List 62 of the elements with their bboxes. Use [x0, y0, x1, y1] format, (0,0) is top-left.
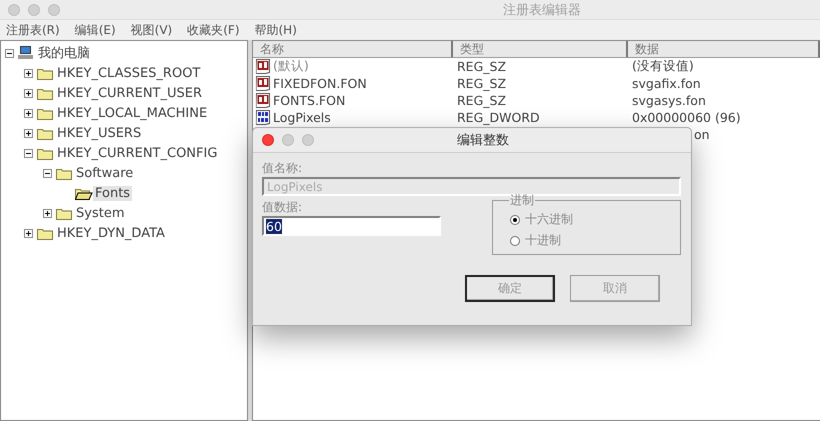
folder-icon [37, 146, 53, 160]
value-name[interactable]: LogPixels [273, 110, 331, 125]
window-title: 注册表编辑器 [503, 2, 581, 18]
collapse-toggle[interactable] [43, 168, 52, 178]
folder-icon [56, 166, 72, 180]
value-data-field[interactable]: 60 [262, 216, 441, 236]
computer-icon [18, 46, 34, 60]
open-folder-icon [75, 186, 93, 200]
expand-toggle[interactable] [24, 68, 33, 78]
menu-item[interactable]: 收藏夹(F) [187, 22, 240, 38]
expand-toggle[interactable] [24, 108, 33, 118]
menu-item[interactable]: 编辑(E) [74, 22, 116, 38]
table-cell-text: 0x00000060 (96) [631, 110, 742, 125]
tree-item[interactable]: Fonts [93, 186, 132, 200]
binary-value-icon [256, 110, 271, 125]
radio-button[interactable] [510, 236, 520, 246]
column-header[interactable]: 数据 [628, 41, 820, 58]
close-button[interactable] [262, 134, 274, 146]
expand-toggle[interactable] [24, 88, 33, 98]
folder-icon [56, 206, 72, 220]
table-cell-text: (没有设值) [631, 58, 695, 75]
table-cell-text: svgafix.fon [631, 76, 702, 91]
folder-icon [37, 86, 53, 100]
table-cell-text: on [693, 127, 711, 142]
table-cell-text: REG_DWORD [456, 110, 541, 125]
tree-item[interactable]: HKEY_CURRENT_CONFIG [55, 146, 220, 160]
expand-toggle[interactable] [24, 228, 33, 238]
value-name[interactable]: FONTS.FON [273, 93, 346, 108]
tree-item[interactable]: HKEY_CLASSES_ROOT [55, 66, 202, 80]
tree-item[interactable]: HKEY_LOCAL_MACHINE [55, 106, 210, 120]
tree-item[interactable]: 我的电脑 [36, 44, 92, 62]
value-name[interactable]: (默认) [273, 58, 309, 75]
tree-item[interactable]: Software [74, 166, 136, 180]
menu-item[interactable]: 帮助(H) [254, 22, 297, 38]
column-header[interactable]: 类型 [453, 41, 628, 58]
dialog-title: 编辑整数 [457, 132, 509, 149]
table-cell-text: svgasys.fon [631, 93, 707, 108]
string-value-icon [256, 76, 271, 91]
folder-icon [37, 126, 53, 140]
folder-icon [37, 66, 53, 80]
collapse-toggle[interactable] [5, 48, 14, 58]
column-header[interactable]: 名称 [253, 41, 453, 58]
tree-item[interactable]: System [74, 206, 126, 220]
expand-toggle[interactable] [43, 208, 52, 218]
table-cell-text: REG_SZ [456, 59, 508, 74]
tree-item[interactable]: HKEY_USERS [55, 126, 144, 140]
table-cell-text: REG_SZ [456, 76, 508, 91]
menu-item[interactable]: 注册表(R) [6, 22, 60, 38]
field-label: 值名称: [262, 160, 304, 177]
value-name[interactable]: FIXEDFON.FON [273, 76, 367, 91]
folder-icon [37, 226, 53, 240]
field-label: 值数据: [262, 199, 304, 216]
collapse-toggle[interactable] [24, 148, 33, 158]
tree-item[interactable]: HKEY_CURRENT_USER [55, 86, 204, 100]
tree-item[interactable]: HKEY_DYN_DATA [55, 226, 167, 240]
table-cell-text: REG_SZ [456, 93, 508, 108]
radio-button[interactable] [510, 214, 520, 224]
expand-toggle[interactable] [24, 128, 33, 138]
string-value-icon [256, 59, 271, 74]
string-value-icon [256, 93, 271, 108]
menu-item[interactable]: 视图(V) [130, 22, 172, 38]
folder-icon [37, 106, 53, 120]
